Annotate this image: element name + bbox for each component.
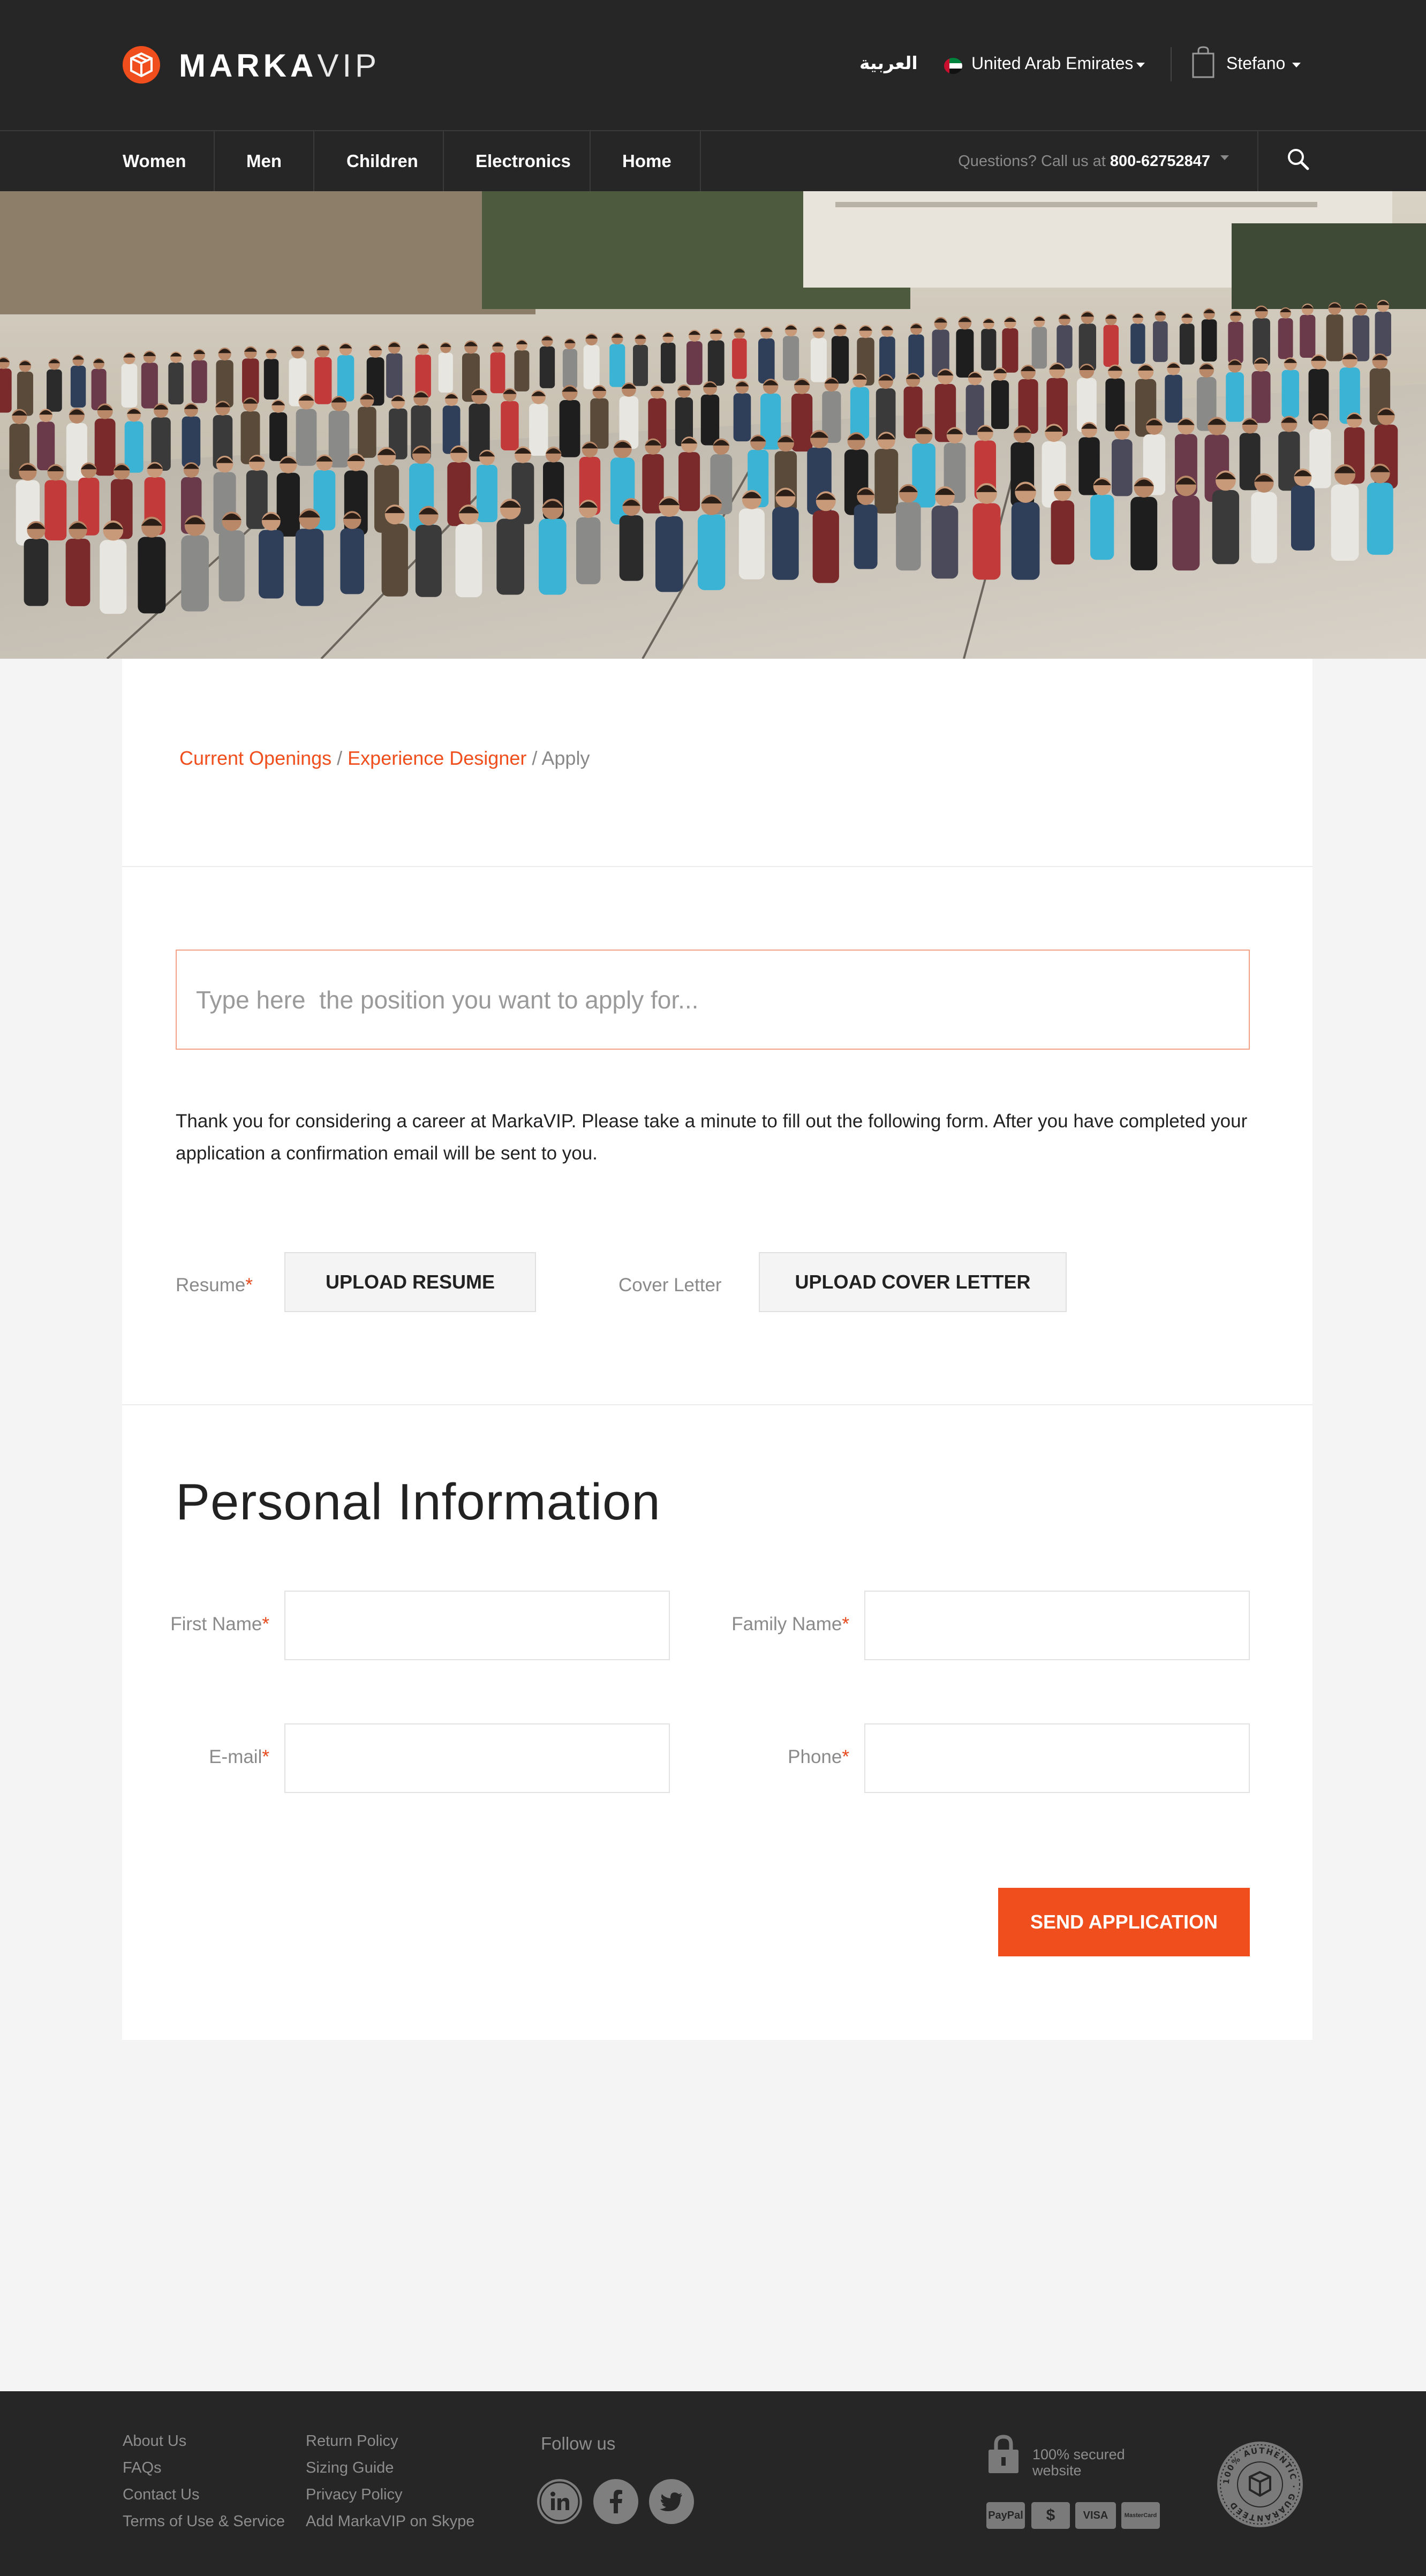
shopping-bag-icon[interactable] bbox=[1191, 46, 1216, 78]
logo-icon[interactable] bbox=[123, 46, 160, 84]
nav-item-men[interactable]: Men bbox=[246, 131, 282, 191]
required-marker: * bbox=[245, 1275, 253, 1295]
logo-wordmark[interactable]: MARKAVIP bbox=[179, 47, 380, 85]
email-label: E-mail* bbox=[209, 1746, 269, 1768]
send-application-button[interactable]: SEND APPLICATION bbox=[998, 1888, 1250, 1956]
footer-link-faqs[interactable]: FAQs bbox=[123, 2459, 162, 2477]
breadcrumb-experience-designer[interactable]: Experience Designer bbox=[348, 747, 526, 769]
paypal-icon: PayPal bbox=[986, 2502, 1025, 2529]
chevron-down-icon[interactable] bbox=[1136, 63, 1145, 67]
footer-link-terms[interactable]: Terms of Use & Service bbox=[123, 2513, 285, 2530]
header-divider bbox=[1171, 47, 1172, 81]
section-divider bbox=[122, 866, 1312, 867]
email-label-text: E-mail bbox=[209, 1746, 262, 1767]
twitter-icon[interactable] bbox=[649, 2479, 694, 2524]
facebook-icon[interactable] bbox=[593, 2479, 638, 2524]
footer-link-skype[interactable]: Add MarkaVIP on Skype bbox=[306, 2513, 474, 2530]
follow-us-label: Follow us bbox=[541, 2434, 616, 2453]
phone-label-text: Phone bbox=[788, 1746, 842, 1767]
footer bbox=[0, 2391, 1426, 2576]
personal-info-title: Personal Information bbox=[176, 1473, 661, 1531]
footer-link-sizing-guide[interactable]: Sizing Guide bbox=[306, 2459, 394, 2477]
uae-flag-icon bbox=[944, 58, 962, 74]
family-name-label: Family Name* bbox=[731, 1614, 849, 1635]
required-marker: * bbox=[262, 1614, 269, 1635]
required-marker: * bbox=[262, 1746, 269, 1767]
upload-cover-letter-button[interactable]: UPLOAD COVER LETTER bbox=[759, 1252, 1067, 1312]
footer-link-privacy[interactable]: Privacy Policy bbox=[306, 2486, 403, 2504]
upload-resume-button[interactable]: UPLOAD RESUME bbox=[284, 1252, 536, 1312]
cover-letter-label: Cover Letter bbox=[618, 1275, 722, 1295]
chevron-down-icon[interactable] bbox=[1292, 63, 1301, 67]
breadcrumb-separator: / bbox=[331, 747, 348, 769]
nav-divider bbox=[214, 131, 215, 191]
nav-divider bbox=[700, 131, 701, 191]
resume-label-text: Resume bbox=[176, 1275, 246, 1295]
support-phone-prefix: Questions? Call us at bbox=[958, 153, 1110, 170]
footer-link-contact[interactable]: Contact Us bbox=[123, 2486, 199, 2504]
breadcrumb-separator: / bbox=[526, 747, 542, 769]
nav-item-electronics[interactable]: Electronics bbox=[476, 131, 571, 191]
footer-link-about[interactable]: About Us bbox=[123, 2432, 186, 2450]
authentic-guaranteed-seal-icon: 100% AUTHENTIC · GUARANTEED bbox=[1217, 2442, 1303, 2527]
language-link-arabic[interactable]: العربية bbox=[859, 52, 918, 73]
first-name-label-text: First Name bbox=[170, 1614, 262, 1635]
phone-label: Phone* bbox=[788, 1746, 849, 1768]
mastercard-icon: MasterCard bbox=[1121, 2502, 1160, 2529]
nav-divider bbox=[590, 131, 591, 191]
nav-divider bbox=[313, 131, 314, 191]
lock-icon bbox=[989, 2435, 1018, 2473]
nav-divider bbox=[1257, 130, 1258, 191]
nav-item-women[interactable]: Women bbox=[123, 131, 186, 191]
user-menu[interactable]: Stefano bbox=[1226, 54, 1285, 73]
linkedin-icon[interactable] bbox=[537, 2479, 582, 2524]
section-divider bbox=[122, 1404, 1312, 1405]
visa-icon: VISA bbox=[1075, 2502, 1116, 2529]
breadcrumb: Current Openings / Experience Designer /… bbox=[179, 747, 590, 770]
logo-text-light: VIP bbox=[317, 48, 381, 84]
footer-link-return-policy[interactable]: Return Policy bbox=[306, 2432, 398, 2450]
required-marker: * bbox=[842, 1614, 849, 1635]
logo-text-bold: MARKA bbox=[179, 48, 318, 84]
email-field[interactable] bbox=[284, 1723, 670, 1793]
support-phone[interactable]: Questions? Call us at 800-62752847 bbox=[958, 131, 1210, 191]
support-phone-number: 800-62752847 bbox=[1110, 153, 1210, 170]
phone-field[interactable] bbox=[864, 1723, 1250, 1793]
first-name-field[interactable] bbox=[284, 1591, 670, 1660]
family-name-label-text: Family Name bbox=[731, 1614, 842, 1635]
required-marker: * bbox=[842, 1746, 849, 1767]
resume-label: Resume* bbox=[176, 1275, 253, 1296]
position-input[interactable] bbox=[176, 950, 1250, 1050]
cash-icon: $ bbox=[1031, 2502, 1070, 2529]
country-selector[interactable]: United Arab Emirates bbox=[971, 54, 1133, 73]
intro-text: Thank you for considering a career at Ma… bbox=[176, 1111, 1248, 1164]
first-name-label: First Name* bbox=[170, 1614, 269, 1635]
breadcrumb-current-openings[interactable]: Current Openings bbox=[179, 747, 331, 769]
nav-item-children[interactable]: Children bbox=[346, 131, 418, 191]
nav-item-home[interactable]: Home bbox=[622, 131, 671, 191]
chevron-down-icon[interactable] bbox=[1220, 155, 1229, 160]
family-name-field[interactable] bbox=[864, 1591, 1250, 1660]
breadcrumb-current: Apply bbox=[541, 747, 590, 769]
secured-website-text: 100% secured website bbox=[1032, 2446, 1125, 2479]
nav-divider bbox=[443, 131, 444, 191]
main-nav: Women Men Children Electronics Home Ques… bbox=[0, 130, 1426, 191]
search-icon[interactable] bbox=[1285, 146, 1312, 173]
hero-team-photo bbox=[0, 191, 1426, 659]
